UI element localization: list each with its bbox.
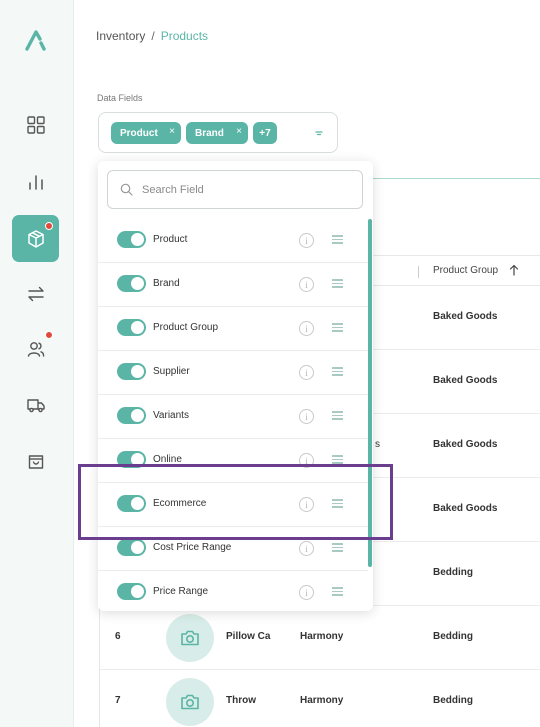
breadcrumb-inventory[interactable]: Inventory [96, 29, 145, 43]
info-icon[interactable]: i [299, 409, 314, 424]
truck-icon [26, 398, 45, 412]
box-icon [27, 229, 44, 248]
cell-product-group: Bedding [433, 567, 473, 578]
cell-brand-partial: s [375, 439, 380, 450]
product-thumbnail[interactable] [166, 678, 214, 726]
field-label: Price Range [153, 586, 209, 597]
nav-customers[interactable] [12, 325, 59, 372]
nav-transfers[interactable] [12, 270, 59, 317]
field-toggle[interactable] [117, 583, 146, 600]
divider [372, 178, 540, 179]
field-toggle[interactable] [117, 231, 146, 248]
breadcrumb-separator: / [151, 29, 155, 43]
drag-handle-icon[interactable] [332, 455, 343, 464]
column-divider [418, 266, 419, 278]
field-row-product: Product i [98, 219, 368, 263]
chart-icon [28, 174, 43, 190]
drag-handle-icon[interactable] [332, 367, 343, 376]
info-icon[interactable]: i [299, 585, 314, 600]
cell-brand: Harmony [300, 631, 344, 642]
cell-number: 7 [115, 695, 121, 706]
sidebar [0, 0, 74, 727]
field-row-product-group: Product Group i [98, 307, 368, 351]
chip-brand[interactable]: Brand × [186, 122, 248, 144]
column-header-product-group[interactable]: Product Group [433, 265, 498, 276]
field-label: Variants [153, 410, 189, 421]
filter-chevron-icon[interactable] [313, 127, 325, 139]
table-row[interactable]: 7 Throw Harmony Bedding [100, 670, 540, 727]
nav-reports[interactable] [12, 158, 59, 205]
chip-remove-icon[interactable]: × [169, 126, 175, 137]
field-label: Brand [153, 278, 180, 289]
field-toggle[interactable] [117, 407, 146, 424]
chip-remove-icon[interactable]: × [236, 126, 242, 137]
camera-icon [181, 630, 199, 646]
field-toggle[interactable] [117, 363, 146, 380]
data-fields-label: Data Fields [97, 93, 143, 103]
data-fields-select[interactable]: Product × Brand × +7 [98, 112, 338, 153]
cell-product-group: Baked Goods [433, 311, 498, 322]
cell-product-group: Baked Goods [433, 439, 498, 450]
dashboard-icon [26, 115, 45, 134]
transfer-icon [27, 286, 44, 301]
search-field[interactable] [107, 170, 363, 209]
notification-badge [45, 222, 53, 230]
drag-handle-icon[interactable] [332, 543, 343, 552]
nav-dashboard[interactable] [12, 101, 59, 148]
cell-product-name: Throw [226, 695, 256, 706]
chip-label: Brand [195, 127, 224, 139]
cell-product-group: Baked Goods [433, 375, 498, 386]
drag-handle-icon[interactable] [332, 279, 343, 288]
product-thumbnail[interactable] [166, 614, 214, 662]
info-icon[interactable]: i [299, 233, 314, 248]
breadcrumb: Inventory / Products [96, 29, 208, 43]
chip-product[interactable]: Product × [111, 122, 181, 144]
drag-handle-icon[interactable] [332, 323, 343, 332]
field-label: Cost Price Range [153, 542, 232, 553]
cell-product-group: Baked Goods [433, 503, 498, 514]
cell-number: 6 [115, 631, 121, 642]
drag-handle-icon[interactable] [332, 587, 343, 596]
nav-orders[interactable] [12, 437, 59, 484]
sort-arrow-up-icon[interactable] [509, 264, 519, 276]
drag-handle-icon[interactable] [332, 411, 343, 420]
field-label: Product [153, 234, 188, 245]
logo-icon[interactable] [24, 28, 50, 52]
search-icon [120, 183, 133, 196]
field-row-variants: Variants i [98, 395, 368, 439]
field-row-brand: Brand i [98, 263, 368, 307]
field-toggle[interactable] [117, 275, 146, 292]
cell-product-name: Pillow Ca [226, 631, 271, 642]
search-input[interactable] [142, 180, 352, 200]
chip-label: Product [120, 127, 158, 139]
breadcrumb-products: Products [160, 29, 209, 43]
notification-badge [45, 331, 53, 339]
data-fields-dropdown: Product i Brand i Product Group i Suppli… [98, 161, 373, 611]
table-row[interactable]: 6 Pillow Ca Harmony Bedding [100, 606, 540, 670]
info-icon[interactable]: i [299, 541, 314, 556]
info-icon[interactable]: i [299, 365, 314, 380]
shopping-bag-icon [28, 454, 43, 469]
field-label: Product Group [153, 322, 219, 333]
camera-icon [181, 694, 199, 710]
field-toggle[interactable] [117, 319, 146, 336]
field-row-price-range: Price Range i [98, 571, 368, 611]
nav-products[interactable] [12, 215, 59, 262]
more-fields-badge[interactable]: +7 [253, 122, 277, 144]
drag-handle-icon[interactable] [332, 235, 343, 244]
users-icon [27, 341, 44, 357]
highlight-box [78, 464, 393, 540]
info-icon[interactable]: i [299, 277, 314, 292]
cell-product-group: Bedding [433, 695, 473, 706]
field-label: Supplier [153, 366, 190, 377]
cell-product-group: Bedding [433, 631, 473, 642]
field-row-supplier: Supplier i [98, 351, 368, 395]
field-toggle[interactable] [117, 539, 146, 556]
cell-brand: Harmony [300, 695, 344, 706]
nav-shipping[interactable] [12, 381, 59, 428]
info-icon[interactable]: i [299, 321, 314, 336]
